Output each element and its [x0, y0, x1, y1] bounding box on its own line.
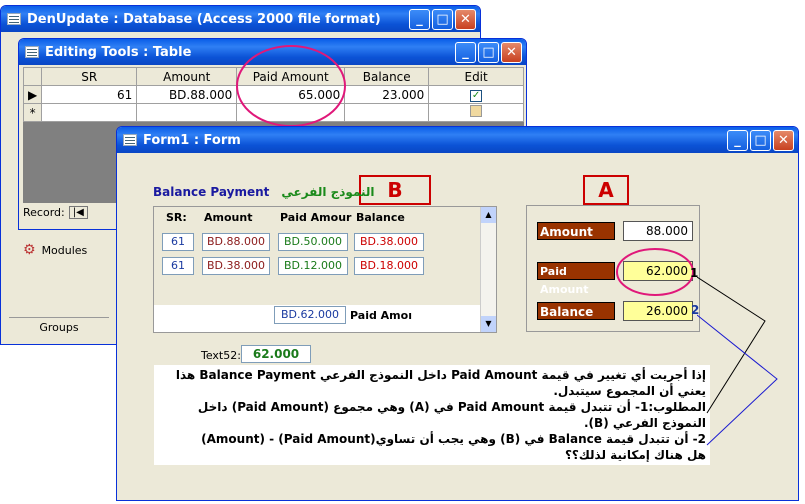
- table-title: Editing Tools : Table: [45, 44, 192, 60]
- first-record-button[interactable]: |◀: [68, 206, 88, 219]
- database-icon: [7, 13, 21, 25]
- sub-row2-amount[interactable]: BD.38.000: [202, 257, 270, 275]
- table-icon: [25, 46, 39, 58]
- note-line-5: 2- أن تتبدل قيمة Balance في (B) وهي يجب …: [201, 432, 706, 446]
- sub-header-paid: Paid Amour: [280, 211, 352, 224]
- note-line-6: هل هناك إمكانية لذلك؟؟: [564, 448, 706, 462]
- minimize-button[interactable]: _: [409, 9, 430, 30]
- close-button[interactable]: ✕: [501, 42, 522, 63]
- minimize-button[interactable]: _: [727, 130, 748, 151]
- cell-balance[interactable]: 23.000: [344, 85, 430, 104]
- modules-label: Modules: [41, 243, 88, 257]
- maximize-button[interactable]: □: [432, 9, 453, 30]
- text52-label: Text52:: [201, 349, 241, 362]
- sub-row1-amount[interactable]: BD.88.000: [202, 233, 270, 251]
- subform: SR: Amount Paid Amour Balance 61 BD.88.0…: [153, 206, 497, 333]
- subform-scrollbar[interactable]: ▲ ▼: [480, 207, 496, 332]
- record-navigator: Record: |◀: [23, 206, 88, 219]
- sub-row2-balance[interactable]: BD.18.000: [354, 257, 424, 275]
- maximize-button[interactable]: □: [750, 130, 771, 151]
- annotation-lines: [697, 276, 778, 446]
- sub-total-paid[interactable]: BD.62.000: [274, 306, 346, 324]
- balance-label: Balance: [537, 302, 615, 320]
- cell-amount[interactable]: BD.88.000: [136, 85, 238, 104]
- minimize-button[interactable]: _: [455, 42, 476, 63]
- paid-amount-annotation: [236, 45, 346, 127]
- form-titlebar[interactable]: Form1 : Form _ □ ✕: [117, 127, 798, 153]
- col-balance[interactable]: Balance: [344, 67, 430, 86]
- paid-amount-label: Paid Amount: [537, 262, 615, 296]
- sub-total-label: Paid Amoı: [350, 309, 412, 322]
- note-line-1: إذا أجريت أي تغيير في قيمة Paid Amount د…: [175, 368, 706, 382]
- subform-title: Balance Payment: [153, 185, 270, 199]
- database-title: DenUpdate : Database (Access 2000 file f…: [27, 11, 381, 27]
- record-label: Record:: [23, 206, 65, 219]
- sub-header-balance: Balance: [356, 211, 405, 224]
- paid-amount-field-annotation: [616, 248, 694, 296]
- maximize-button[interactable]: □: [478, 42, 499, 63]
- text52-field[interactable]: 62.000: [241, 345, 311, 363]
- subform-title-arabic: النموذج الفرعي: [281, 185, 375, 199]
- sub-row1-sr[interactable]: 61: [162, 233, 194, 251]
- sub-header-amount: Amount: [204, 211, 253, 224]
- groups-bar[interactable]: Groups: [9, 317, 109, 337]
- modules-item[interactable]: ⚙ Modules: [23, 242, 87, 258]
- sub-header-sr: SR:: [166, 211, 187, 224]
- groups-label: Groups: [39, 321, 79, 334]
- balance-field[interactable]: 26.000: [623, 301, 693, 321]
- cell-sr[interactable]: 61: [41, 85, 138, 104]
- note-line-4: النموذج الفرعي (B).: [584, 416, 706, 430]
- close-button[interactable]: ✕: [455, 9, 476, 30]
- col-sr[interactable]: SR: [41, 67, 138, 86]
- form-title: Form1 : Form: [143, 132, 241, 148]
- scroll-down-icon[interactable]: ▼: [481, 316, 496, 332]
- sub-row1-paid[interactable]: BD.50.000: [278, 233, 348, 251]
- scroll-up-icon[interactable]: ▲: [481, 207, 496, 223]
- amount-field[interactable]: 88.000: [623, 221, 693, 241]
- sub-row2-sr[interactable]: 61: [162, 257, 194, 275]
- col-amount[interactable]: Amount: [136, 67, 238, 86]
- new-record-icon: *: [22, 103, 43, 122]
- label-a: A: [583, 175, 629, 205]
- sub-row1-balance[interactable]: BD.38.000: [354, 233, 424, 251]
- current-record-icon: ▶: [22, 85, 43, 104]
- col-edit[interactable]: Edit: [428, 67, 524, 86]
- close-button[interactable]: ✕: [773, 130, 794, 151]
- form-window: Form1 : Form _ □ ✕ B A Balance Payment ا…: [116, 126, 799, 501]
- database-titlebar[interactable]: DenUpdate : Database (Access 2000 file f…: [1, 6, 480, 32]
- amount-label: Amount: [537, 222, 615, 240]
- note-line-2: يعني أن المجموع سيتبدل.: [553, 384, 706, 398]
- note-line-3: المطلوب:1- أن تتبدل قيمة Paid Amount في …: [197, 400, 706, 414]
- sub-row2-paid[interactable]: BD.12.000: [278, 257, 348, 275]
- modules-icon: ⚙: [23, 242, 36, 258]
- form-icon: [123, 134, 137, 146]
- note-text: إذا أجريت أي تغيير في قيمة Paid Amount د…: [154, 365, 710, 465]
- edit-checkbox[interactable]: ✓: [428, 85, 524, 104]
